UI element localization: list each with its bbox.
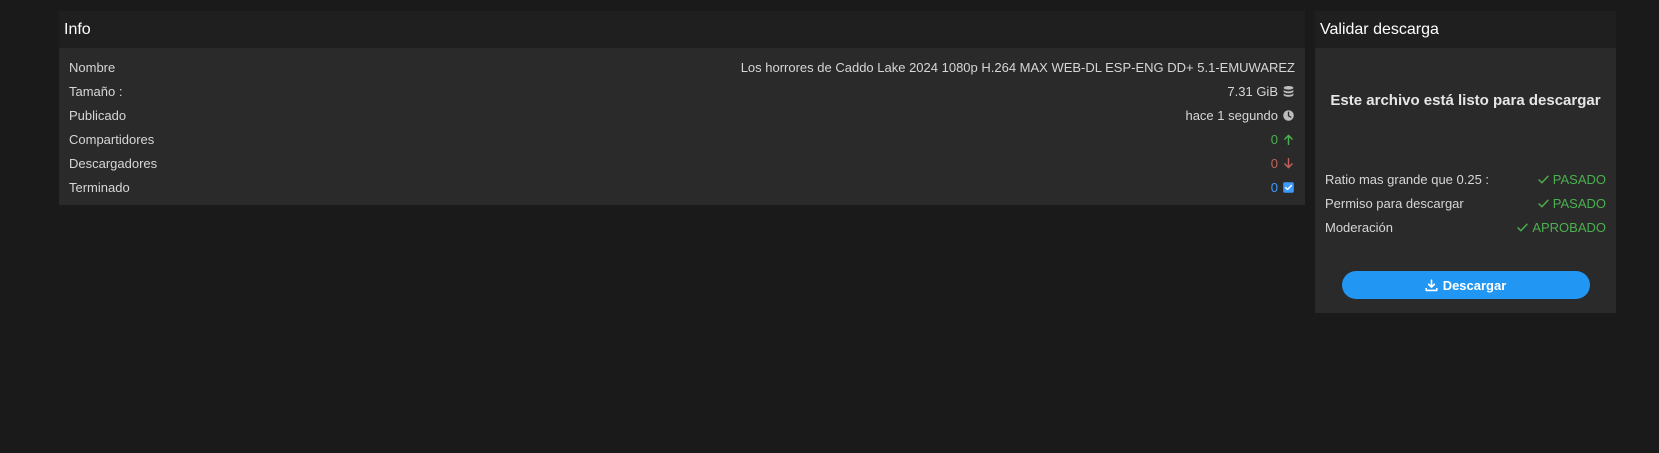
info-label: Descargadores (69, 155, 158, 171)
check-status: APROBADO (1516, 220, 1606, 235)
check-row-permission: Permiso para descargar PASADO (1325, 191, 1606, 215)
check-status-text: PASADO (1552, 171, 1606, 187)
check-status: PASADO (1537, 196, 1606, 211)
info-value: Los horrores de Caddo Lake 2024 1080p H.… (741, 60, 1295, 75)
info-row-publicado: Publicado hace 1 segundo (69, 103, 1295, 127)
check-row-moderation: Moderación APROBADO (1325, 215, 1606, 239)
download-button-label: Descargar (1442, 277, 1507, 293)
validate-panel-title: Validar descarga (1315, 11, 1616, 48)
download-button[interactable]: Descargar (1341, 271, 1590, 299)
arrow-down-icon (1282, 157, 1295, 170)
clock-icon (1282, 109, 1295, 122)
info-label: Publicado (69, 107, 127, 123)
seeders-count: 0 (1270, 131, 1278, 147)
info-label: Nombre (69, 59, 116, 75)
ready-message: Este archivo está listo para descargar (1330, 92, 1601, 109)
check-row-ratio: Ratio mas grande que 0.25 : PASADO (1325, 167, 1606, 191)
info-panel: Info Nombre Los horrores de Caddo Lake 2… (59, 11, 1305, 205)
check-icon (1537, 173, 1550, 186)
info-row-tamano: Tamaño : 7.31 GiB (69, 79, 1295, 103)
info-row-terminado: Terminado 0 (69, 175, 1295, 199)
check-label: Permiso para descargar (1325, 195, 1464, 211)
info-row-compartidores: Compartidores 0 (69, 127, 1295, 151)
info-row-nombre: Nombre Los horrores de Caddo Lake 2024 1… (69, 55, 1295, 79)
check-icon (1537, 197, 1550, 210)
check-status-text: APROBADO (1532, 219, 1606, 235)
leechers-count: 0 (1270, 155, 1278, 171)
check-icon (1516, 221, 1529, 234)
check-label: Moderación (1325, 219, 1393, 235)
check-status-text: PASADO (1552, 195, 1606, 211)
info-value: 7.31 GiB (1227, 84, 1295, 99)
check-status: PASADO (1537, 172, 1606, 187)
torrent-name: Los horrores de Caddo Lake 2024 1080p H.… (740, 59, 1295, 75)
completed-count: 0 (1270, 179, 1278, 195)
info-value: 0 (1271, 132, 1295, 147)
validate-body: Este archivo está listo para descargar R… (1315, 48, 1616, 313)
download-icon (1425, 278, 1438, 292)
checkbox-icon (1282, 181, 1295, 194)
info-value: hace 1 segundo (1185, 108, 1295, 123)
info-label: Compartidores (69, 131, 155, 147)
file-size: 7.31 GiB (1227, 83, 1278, 99)
info-label: Tamaño : (69, 83, 123, 99)
validate-panel: Validar descarga Este archivo está listo… (1315, 11, 1616, 313)
info-panel-title: Info (59, 11, 1305, 48)
download-button-wrap: Descargar (1325, 271, 1606, 299)
published-time: hace 1 segundo (1185, 107, 1278, 123)
database-icon (1282, 85, 1295, 98)
validation-checks: Ratio mas grande que 0.25 : PASADO Permi… (1325, 167, 1606, 239)
info-row-descargadores: Descargadores 0 (69, 151, 1295, 175)
info-table: Nombre Los horrores de Caddo Lake 2024 1… (59, 48, 1305, 205)
arrow-up-icon (1282, 133, 1295, 146)
info-value: 0 (1271, 156, 1295, 171)
info-value: 0 (1271, 180, 1295, 195)
check-label: Ratio mas grande que 0.25 : (1325, 171, 1490, 187)
info-label: Terminado (69, 179, 130, 195)
